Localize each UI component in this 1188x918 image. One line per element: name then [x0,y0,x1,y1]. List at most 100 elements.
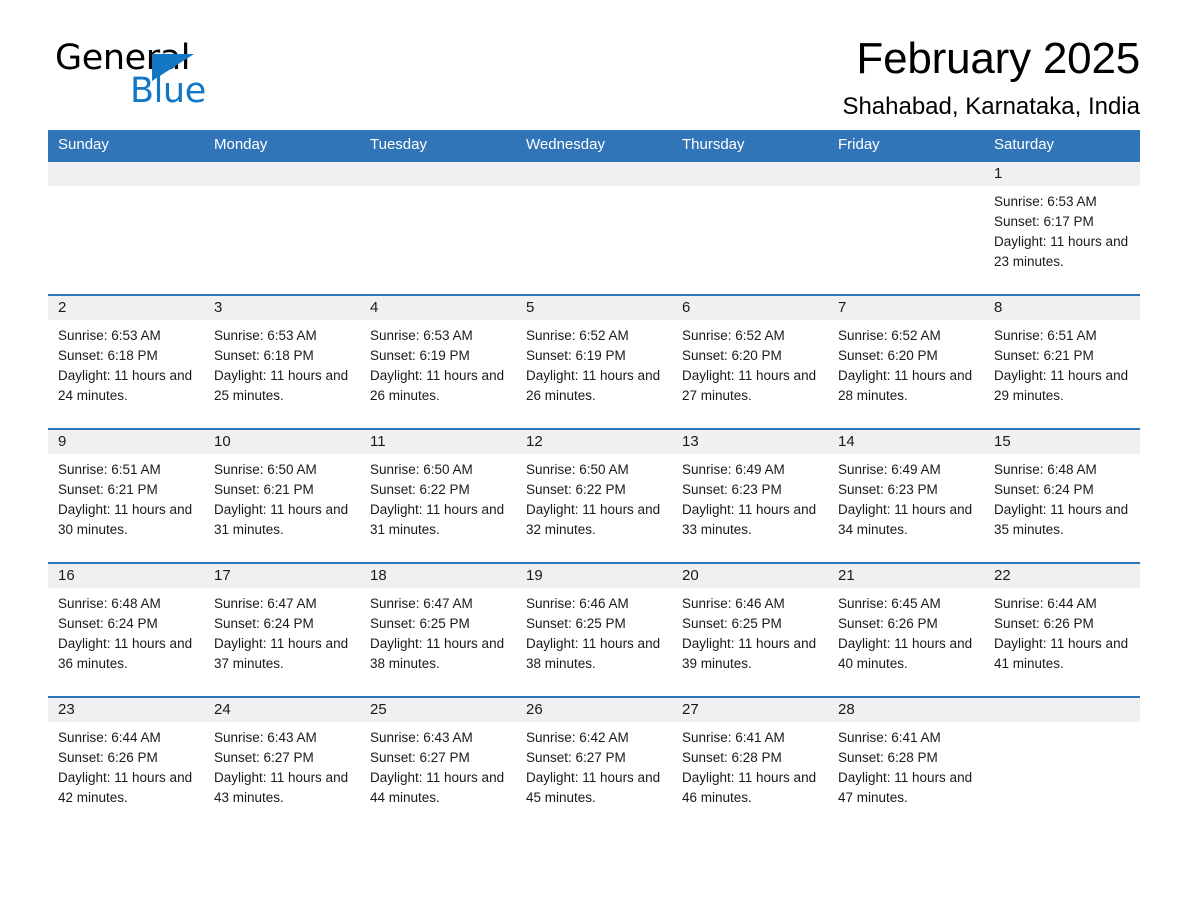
sunrise-text: Sunrise: 6:52 AM [838,328,941,343]
weekday-header-thursday: Thursday [682,136,745,153]
day-info: Sunrise: 6:51 AM Sunset: 6:21 PM Dayligh… [48,454,204,540]
generalblue-logo[interactable]: General Blue [48,38,278,112]
day-cell[interactable] [672,162,828,294]
day-cell[interactable] [204,162,360,294]
sunrise-text: Sunrise: 6:51 AM [994,328,1097,343]
day-cell[interactable] [984,698,1140,830]
sunrise-text: Sunrise: 6:43 AM [214,730,317,745]
day-info: Sunrise: 6:53 AM Sunset: 6:18 PM Dayligh… [48,320,204,406]
sunrise-text: Sunrise: 6:44 AM [58,730,161,745]
page-title: February 2025 [856,34,1140,83]
day-cell[interactable]: 10 Sunrise: 6:50 AM Sunset: 6:21 PM Dayl… [204,430,360,562]
day-cell[interactable]: 24 Sunrise: 6:43 AM Sunset: 6:27 PM Dayl… [204,698,360,830]
day-cell[interactable]: 17 Sunrise: 6:47 AM Sunset: 6:24 PM Dayl… [204,564,360,696]
sunset-text: Sunset: 6:28 PM [682,750,782,765]
day-cell[interactable]: 19 Sunrise: 6:46 AM Sunset: 6:25 PM Dayl… [516,564,672,696]
day-cell[interactable]: 20 Sunrise: 6:46 AM Sunset: 6:25 PM Dayl… [672,564,828,696]
day-cell[interactable]: 28 Sunrise: 6:41 AM Sunset: 6:28 PM Dayl… [828,698,984,830]
day-info: Sunrise: 6:52 AM Sunset: 6:20 PM Dayligh… [828,320,984,406]
sunset-text: Sunset: 6:25 PM [682,616,782,631]
day-cell[interactable]: 27 Sunrise: 6:41 AM Sunset: 6:28 PM Dayl… [672,698,828,830]
day-info: Sunrise: 6:51 AM Sunset: 6:21 PM Dayligh… [984,320,1140,406]
day-cell[interactable] [516,162,672,294]
day-cell[interactable]: 25 Sunrise: 6:43 AM Sunset: 6:27 PM Dayl… [360,698,516,830]
day-number: 19 [516,564,672,588]
day-number: 28 [828,698,984,722]
daylight-text: Daylight: 11 hours and 31 minutes. [370,502,505,537]
day-cell[interactable]: 22 Sunrise: 6:44 AM Sunset: 6:26 PM Dayl… [984,564,1140,696]
week-row: 9 Sunrise: 6:51 AM Sunset: 6:21 PM Dayli… [48,428,1140,562]
day-cell[interactable] [828,162,984,294]
day-cell[interactable]: 11 Sunrise: 6:50 AM Sunset: 6:22 PM Dayl… [360,430,516,562]
day-cell[interactable]: 1 Sunrise: 6:53 AM Sunset: 6:17 PM Dayli… [984,162,1140,294]
daylight-text: Daylight: 11 hours and 23 minutes. [994,234,1129,269]
sunset-text: Sunset: 6:27 PM [370,750,470,765]
sunrise-text: Sunrise: 6:52 AM [526,328,629,343]
logo-text-blue: Blue [130,71,206,111]
day-info: Sunrise: 6:52 AM Sunset: 6:19 PM Dayligh… [516,320,672,406]
day-number: 15 [984,430,1140,454]
day-number: 23 [48,698,204,722]
weekday-header-sunday: Sunday [58,136,109,153]
day-cell[interactable]: 12 Sunrise: 6:50 AM Sunset: 6:22 PM Dayl… [516,430,672,562]
day-info: Sunrise: 6:46 AM Sunset: 6:25 PM Dayligh… [672,588,828,674]
daylight-text: Daylight: 11 hours and 29 minutes. [994,368,1129,403]
day-cell[interactable]: 23 Sunrise: 6:44 AM Sunset: 6:26 PM Dayl… [48,698,204,830]
sunset-text: Sunset: 6:27 PM [214,750,314,765]
day-info: Sunrise: 6:47 AM Sunset: 6:25 PM Dayligh… [360,588,516,674]
day-cell[interactable] [360,162,516,294]
location-subtitle: Shahabad, Karnataka, India [842,93,1140,120]
day-cell[interactable]: 4 Sunrise: 6:53 AM Sunset: 6:19 PM Dayli… [360,296,516,428]
day-cell[interactable]: 15 Sunrise: 6:48 AM Sunset: 6:24 PM Dayl… [984,430,1140,562]
sunset-text: Sunset: 6:21 PM [994,348,1094,363]
daylight-text: Daylight: 11 hours and 24 minutes. [58,368,193,403]
sunset-text: Sunset: 6:18 PM [58,348,158,363]
day-info: Sunrise: 6:50 AM Sunset: 6:22 PM Dayligh… [360,454,516,540]
day-number: 10 [204,430,360,454]
day-cell[interactable]: 16 Sunrise: 6:48 AM Sunset: 6:24 PM Dayl… [48,564,204,696]
daylight-text: Daylight: 11 hours and 27 minutes. [682,368,817,403]
day-number: 7 [828,296,984,320]
day-cell[interactable]: 5 Sunrise: 6:52 AM Sunset: 6:19 PM Dayli… [516,296,672,428]
title-block: February 2025 Shahabad, Karnataka, India [842,34,1140,122]
day-info: Sunrise: 6:43 AM Sunset: 6:27 PM Dayligh… [360,722,516,808]
day-cell[interactable]: 6 Sunrise: 6:52 AM Sunset: 6:20 PM Dayli… [672,296,828,428]
day-cell[interactable]: 14 Sunrise: 6:49 AM Sunset: 6:23 PM Dayl… [828,430,984,562]
day-info: Sunrise: 6:48 AM Sunset: 6:24 PM Dayligh… [984,454,1140,540]
day-number: 25 [360,698,516,722]
sunrise-text: Sunrise: 6:48 AM [58,596,161,611]
weekday-header-monday: Monday [214,136,268,153]
day-info: Sunrise: 6:45 AM Sunset: 6:26 PM Dayligh… [828,588,984,674]
daylight-text: Daylight: 11 hours and 37 minutes. [214,636,349,671]
sunset-text: Sunset: 6:26 PM [58,750,158,765]
day-number: 16 [48,564,204,588]
daylight-text: Daylight: 11 hours and 36 minutes. [58,636,193,671]
day-cell[interactable]: 18 Sunrise: 6:47 AM Sunset: 6:25 PM Dayl… [360,564,516,696]
sunrise-text: Sunrise: 6:53 AM [214,328,317,343]
sunset-text: Sunset: 6:28 PM [838,750,938,765]
day-cell[interactable]: 13 Sunrise: 6:49 AM Sunset: 6:23 PM Dayl… [672,430,828,562]
day-cell[interactable]: 2 Sunrise: 6:53 AM Sunset: 6:18 PM Dayli… [48,296,204,428]
sunset-text: Sunset: 6:22 PM [526,482,626,497]
day-cell[interactable]: 7 Sunrise: 6:52 AM Sunset: 6:20 PM Dayli… [828,296,984,428]
day-cell[interactable]: 9 Sunrise: 6:51 AM Sunset: 6:21 PM Dayli… [48,430,204,562]
sunset-text: Sunset: 6:24 PM [58,616,158,631]
week-row: 1 Sunrise: 6:53 AM Sunset: 6:17 PM Dayli… [48,160,1140,294]
sunset-text: Sunset: 6:17 PM [994,214,1094,229]
day-number: 9 [48,430,204,454]
day-info: Sunrise: 6:52 AM Sunset: 6:20 PM Dayligh… [672,320,828,406]
day-number: 6 [672,296,828,320]
sunrise-text: Sunrise: 6:48 AM [994,462,1097,477]
day-number: 13 [672,430,828,454]
day-number [48,162,204,186]
sunset-text: Sunset: 6:21 PM [214,482,314,497]
daylight-text: Daylight: 11 hours and 38 minutes. [370,636,505,671]
day-cell[interactable]: 21 Sunrise: 6:45 AM Sunset: 6:26 PM Dayl… [828,564,984,696]
day-cell[interactable]: 26 Sunrise: 6:42 AM Sunset: 6:27 PM Dayl… [516,698,672,830]
day-info: Sunrise: 6:49 AM Sunset: 6:23 PM Dayligh… [828,454,984,540]
day-cell[interactable] [48,162,204,294]
day-info: Sunrise: 6:50 AM Sunset: 6:21 PM Dayligh… [204,454,360,540]
day-cell[interactable]: 3 Sunrise: 6:53 AM Sunset: 6:18 PM Dayli… [204,296,360,428]
day-cell[interactable]: 8 Sunrise: 6:51 AM Sunset: 6:21 PM Dayli… [984,296,1140,428]
day-number [984,698,1140,722]
